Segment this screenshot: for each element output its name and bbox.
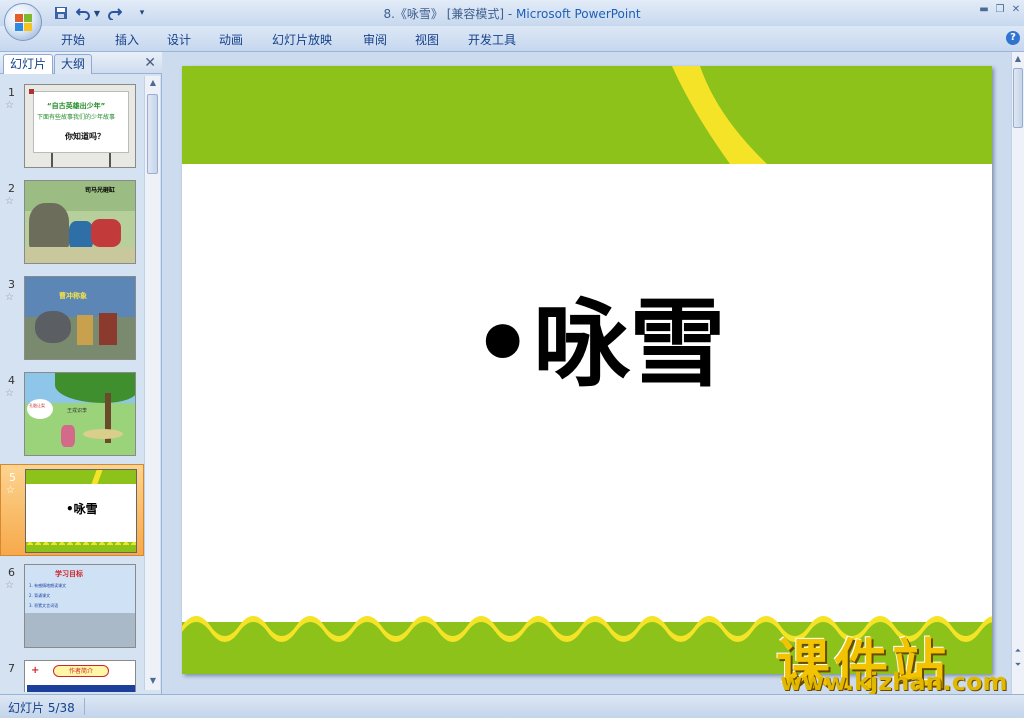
tab-view[interactable]: 视图 <box>415 31 439 48</box>
animation-star-icon: ☆ <box>5 388 14 399</box>
slides-panel: 幻灯片 大纲 ✕ 1 ☆ “自古英雄出少年” 下面有些故事我们的少年故事 你知道… <box>0 52 162 694</box>
close-window-button[interactable]: ✕ <box>1008 3 1024 17</box>
thumbnail-slide-2[interactable]: 2 ☆ 司马光砸缸 <box>0 176 144 268</box>
restore-button[interactable]: ❐ <box>992 3 1008 17</box>
thumbnail-text: 曹冲称象 <box>59 292 87 300</box>
slide-number: 4 <box>8 374 15 387</box>
animation-star-icon: ☆ <box>5 100 14 111</box>
tab-developer[interactable]: 开发工具 <box>468 31 516 48</box>
status-separator <box>84 698 85 715</box>
thumbnail-slide-5[interactable]: 5 ☆ •咏雪 <box>0 464 144 556</box>
thumbnail-text: “自古英雄出少年” <box>47 102 106 110</box>
slide-number: 6 <box>8 566 15 579</box>
thumbnail-text: 孔融让梨 <box>29 403 45 408</box>
thumbnail-text: •咏雪 <box>66 502 98 516</box>
animation-star-icon: ☆ <box>5 196 14 207</box>
watermark-url: www.kjzhan.com <box>780 668 1008 696</box>
minimize-button[interactable]: ▬ <box>976 3 992 17</box>
thumbnail-slide-7[interactable]: 7 + 作者简介 <box>0 656 144 692</box>
thumbnail-text: 3. 积累文言词语 <box>29 603 59 608</box>
thumbnail-text: 作者简介 <box>53 665 109 677</box>
tab-outline[interactable]: 大纲 <box>54 54 93 74</box>
slide-editing-area: •咏雪 ▲ ⏶ ⏷ <box>163 52 1024 694</box>
animation-star-icon: ☆ <box>5 580 14 591</box>
slide-preview: 司马光砸缸 <box>24 180 136 264</box>
app-name: Microsoft PowerPoint <box>516 7 641 21</box>
slide-number: 5 <box>9 471 16 484</box>
tab-review[interactable]: 审阅 <box>363 31 387 48</box>
thumbnail-slide-4[interactable]: 4 ☆ 孔融让梨 王戎识李 <box>0 368 144 460</box>
panel-tabs: 幻灯片 大纲 ✕ <box>0 52 162 74</box>
window-title: 8.《咏雪》 [兼容模式] - Microsoft PowerPoint <box>0 5 1024 22</box>
decorative-stripe <box>672 66 767 164</box>
document-title: 8.《咏雪》 [兼容模式] - <box>383 7 517 21</box>
slide-title[interactable]: •咏雪 <box>472 266 725 405</box>
slide-preview: 曹冲称象 <box>24 276 136 360</box>
animation-star-icon: ☆ <box>6 485 15 496</box>
ribbon-tab-bar: 开始 插入 设计 动画 幻灯片放映 审阅 视图 开发工具 ? <box>0 26 1024 52</box>
thumbnail-text: 王戎识李 <box>67 408 88 414</box>
next-slide-icon[interactable]: ⏷ <box>1013 660 1023 670</box>
status-bar: 幻灯片 5/38 <box>0 694 1024 718</box>
tab-design[interactable]: 设计 <box>167 31 191 48</box>
thumbnail-slide-1[interactable]: 1 ☆ “自古英雄出少年” 下面有些故事我们的少年故事 你知道吗？ <box>0 80 144 172</box>
scroll-thumb[interactable] <box>147 94 158 174</box>
scroll-up-icon[interactable]: ▲ <box>1013 54 1023 64</box>
tab-home[interactable]: 开始 <box>61 31 85 48</box>
scroll-down-icon[interactable]: ▼ <box>148 676 158 686</box>
thumbnail-text: 下面有些故事我们的少年故事 <box>37 114 116 121</box>
previous-slide-icon[interactable]: ⏶ <box>1013 646 1023 656</box>
thumbnail-slide-3[interactable]: 3 ☆ 曹冲称象 <box>0 272 144 364</box>
slide-number: 2 <box>8 182 15 195</box>
thumbnail-text: 学习目标 <box>55 570 83 578</box>
slide-number: 3 <box>8 278 15 291</box>
current-slide[interactable]: •咏雪 <box>182 66 992 674</box>
office-button[interactable] <box>4 3 42 41</box>
slide-preview: 学习目标 1. 有感情地朗读课文 2. 背诵课文 3. 积累文言词语 <box>24 564 136 648</box>
slide-preview: 孔融让梨 王戎识李 <box>24 372 136 456</box>
tab-insert[interactable]: 插入 <box>115 31 139 48</box>
scroll-up-icon[interactable]: ▲ <box>148 78 158 88</box>
thumbnail-list: 1 ☆ “自古英雄出少年” 下面有些故事我们的少年故事 你知道吗？ 2 ☆ 司马… <box>0 76 144 692</box>
tab-slide-show[interactable]: 幻灯片放映 <box>272 31 332 48</box>
slide-preview: + 作者简介 <box>24 660 136 692</box>
animation-star-icon: ☆ <box>5 292 14 303</box>
slide-preview: “自古英雄出少年” 下面有些故事我们的少年故事 你知道吗？ <box>24 84 136 168</box>
thumbnail-text: 1. 有感情地朗读课文 <box>29 583 67 588</box>
slide-header-band <box>182 66 992 164</box>
help-icon[interactable]: ? <box>1006 31 1020 45</box>
scroll-thumb[interactable] <box>1013 68 1023 128</box>
slide-scrollbar[interactable]: ▲ ⏶ ⏷ <box>1011 52 1024 694</box>
tab-animations[interactable]: 动画 <box>219 31 243 48</box>
thumbnail-text: 你知道吗？ <box>65 132 105 141</box>
slide-number: 7 <box>8 662 15 675</box>
title-bar: ▼ ▾ 8.《咏雪》 [兼容模式] - Microsoft PowerPoint… <box>0 0 1024 41</box>
slide-counter: 幻灯片 5/38 <box>8 701 75 715</box>
thumbnail-slide-6[interactable]: 6 ☆ 学习目标 1. 有感情地朗读课文 2. 背诵课文 3. 积累文言词语 <box>0 560 144 652</box>
thumbnail-text: 2. 背诵课文 <box>29 593 51 598</box>
tab-slides[interactable]: 幻灯片 <box>3 54 54 74</box>
thumbnail-text: 司马光砸缸 <box>85 187 116 194</box>
close-panel-icon[interactable]: ✕ <box>144 55 156 71</box>
thumbnail-scrollbar[interactable]: ▲ ▼ <box>144 76 160 690</box>
slide-preview: •咏雪 <box>25 469 137 553</box>
slide-number: 1 <box>8 86 15 99</box>
office-logo-icon <box>15 14 33 32</box>
